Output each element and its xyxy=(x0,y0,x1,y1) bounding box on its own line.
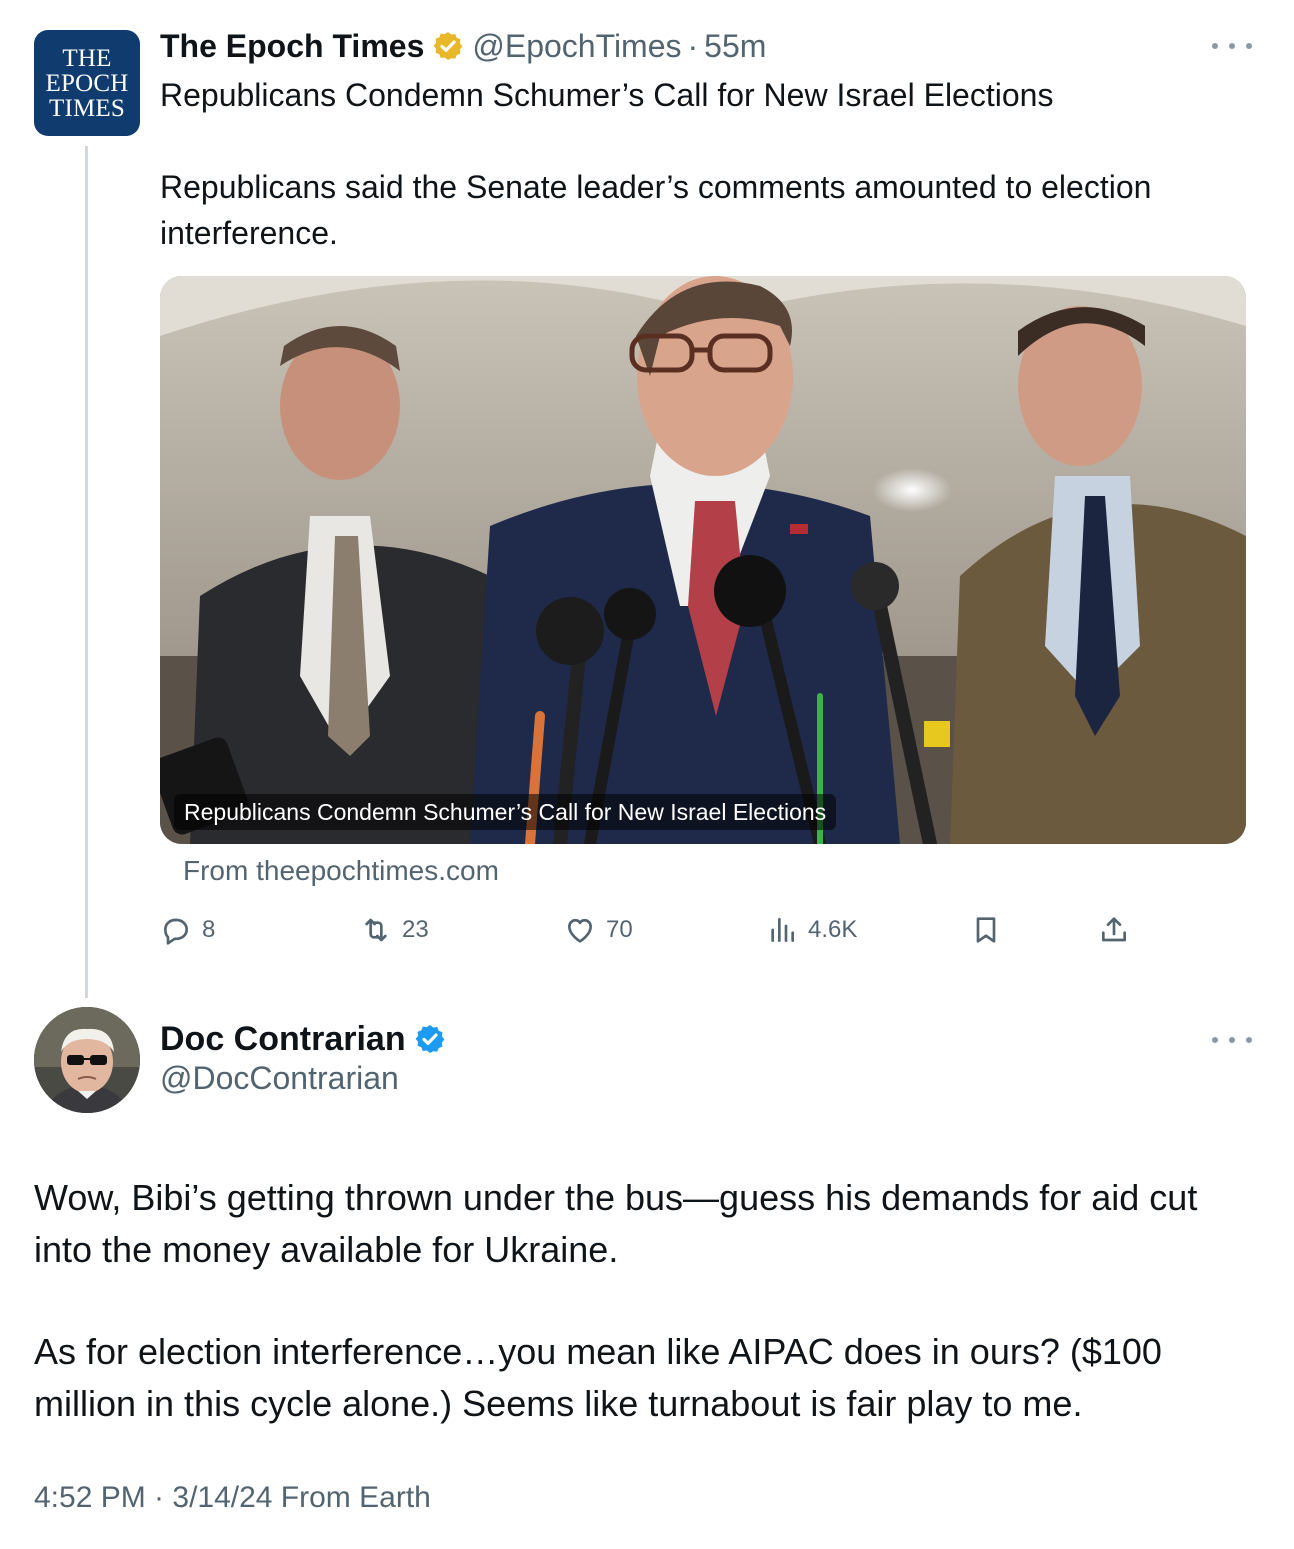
main-tweet-header: Doc Contrarian xyxy=(160,1016,454,1062)
parent-more-options-icon[interactable] xyxy=(1212,36,1252,56)
parent-tweet-header: The Epoch Times @EpochTimes · 55m xyxy=(160,24,766,68)
doc-contrarian-avatar[interactable] xyxy=(34,1007,140,1113)
gold-check-badge-icon xyxy=(433,32,463,60)
bookmark-icon xyxy=(976,917,996,943)
parent-action-bar: 8 23 70 4.6K xyxy=(160,905,1160,955)
main-handle[interactable]: @DocContrarian xyxy=(160,1060,399,1097)
main-tweet-paragraph-1: Wow, Bibi’s getting thrown under the bus… xyxy=(34,1177,1198,1270)
analytics-icon xyxy=(771,918,794,942)
link-card-source[interactable]: From theepochtimes.com xyxy=(183,855,499,887)
main-display-name[interactable]: Doc Contrarian xyxy=(160,1020,406,1059)
separator-dot: · xyxy=(687,27,699,64)
like-count: 70 xyxy=(606,916,633,943)
repost-button[interactable]: 23 xyxy=(360,905,429,955)
views-button[interactable]: 4.6K xyxy=(766,905,857,955)
parent-handle[interactable]: @EpochTimes xyxy=(472,28,681,65)
main-more-options-icon[interactable] xyxy=(1212,1030,1252,1050)
like-button[interactable]: 70 xyxy=(564,905,633,955)
blue-check-badge-icon xyxy=(415,1025,444,1053)
reply-button[interactable]: 8 xyxy=(160,905,215,955)
link-card[interactable]: Republicans Condemn Schumer’s Call for N… xyxy=(160,276,1246,844)
main-tweet-paragraph-2: As for election interference…you mean li… xyxy=(34,1331,1162,1424)
views-count: 4.6K xyxy=(808,916,858,943)
main-tweet-meta[interactable]: 4:52 PM · 3/14/24 From Earth xyxy=(34,1481,431,1515)
avatar-photo xyxy=(34,1007,140,1113)
epoch-times-avatar[interactable]: THE EPOCH TIMES xyxy=(34,30,140,136)
bookmark-button[interactable] xyxy=(970,905,1012,955)
parent-timestamp[interactable]: 55m xyxy=(704,28,766,65)
repost-count: 23 xyxy=(402,916,429,943)
avatar-text-line-2: EPOCH xyxy=(45,69,129,97)
repost-icon xyxy=(365,918,387,942)
parent-display-name[interactable]: The Epoch Times xyxy=(160,28,424,65)
reply-count: 8 xyxy=(202,916,216,943)
thread-connector-line xyxy=(85,146,88,998)
reply-icon xyxy=(164,918,188,945)
share-button[interactable] xyxy=(1098,905,1140,955)
avatar-text-line-3: TIMES xyxy=(49,94,125,122)
article-photo xyxy=(160,276,1246,844)
parent-tweet-title: Republicans Condemn Schumer’s Call for N… xyxy=(160,77,1054,113)
link-card-caption: Republicans Condemn Schumer’s Call for N… xyxy=(174,794,837,830)
share-icon xyxy=(1102,917,1126,942)
avatar-text-line-1: THE xyxy=(62,44,112,72)
heart-icon xyxy=(568,918,592,943)
parent-tweet-body: Republicans said the Senate leader’s com… xyxy=(160,169,1152,251)
